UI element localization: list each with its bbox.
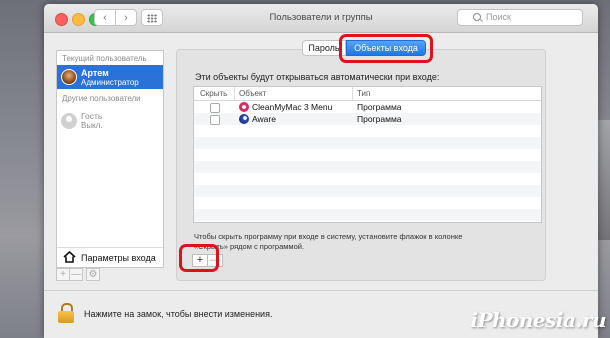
item-name: CleanMyMac 3 Menu xyxy=(252,102,333,112)
login-items-intro: Эти объекты будут открываться автоматиче… xyxy=(195,72,440,82)
users-sidebar: Текущий пользователь Артем Администратор… xyxy=(56,50,164,268)
sidebar-buttons: + — ⚙ xyxy=(56,268,164,282)
current-user-name: Артем xyxy=(81,68,109,78)
guest-status: Выкл. xyxy=(81,121,103,130)
sidebar-item-current-user[interactable]: Артем Администратор xyxy=(57,65,163,89)
item-name: Aware xyxy=(252,114,276,124)
item-type: Программа xyxy=(357,102,402,112)
other-users-section-label: Другие пользователи xyxy=(62,94,141,103)
cleanmymac-app-icon xyxy=(239,102,249,112)
search-placeholder: Поиск xyxy=(486,12,511,22)
column-type[interactable]: Тип xyxy=(357,89,370,98)
title-bar: ‹ › Пользователи и группы Поиск xyxy=(44,4,598,33)
add-user-button[interactable]: + xyxy=(56,268,70,281)
empty-row xyxy=(194,137,541,149)
search-field[interactable]: Поиск xyxy=(457,9,583,26)
highlight-frame-buttons xyxy=(179,244,219,272)
hide-checkbox[interactable] xyxy=(210,115,220,125)
login-options-item[interactable]: Параметры входа xyxy=(57,247,163,268)
column-divider xyxy=(234,87,235,100)
hide-hint-text: Чтобы скрыть программу при входе в систе… xyxy=(194,232,463,251)
house-icon xyxy=(63,251,76,263)
highlight-frame-tab xyxy=(339,34,433,63)
empty-row xyxy=(194,209,541,221)
guest-avatar-icon xyxy=(61,113,77,129)
empty-row xyxy=(194,185,541,197)
lock-text: Нажмите на замок, чтобы внести изменения… xyxy=(84,309,273,319)
current-user-role: Администратор xyxy=(81,78,139,87)
lock-icon[interactable] xyxy=(58,303,74,323)
preferences-window: ‹ › Пользователи и группы Поиск Текущий … xyxy=(44,4,598,338)
aware-app-icon xyxy=(239,114,249,124)
gear-icon[interactable]: ⚙ xyxy=(86,268,100,281)
search-icon xyxy=(473,13,481,21)
current-user-section-label: Текущий пользователь xyxy=(62,54,147,63)
login-options-label: Параметры входа xyxy=(81,253,156,263)
table-row[interactable]: Aware Программа xyxy=(194,113,541,125)
watermark-logo: iPhonesia.ru xyxy=(470,308,606,332)
hide-checkbox[interactable] xyxy=(210,103,220,113)
guest-name: Гость xyxy=(81,111,103,121)
login-items-table: Скрыть Объект Тип CleanMyMac 3 Menu Прог… xyxy=(193,86,542,223)
avatar xyxy=(61,69,77,85)
remove-user-button[interactable]: — xyxy=(69,268,83,281)
item-type: Программа xyxy=(357,114,402,124)
column-divider xyxy=(352,87,353,100)
column-item[interactable]: Объект xyxy=(239,89,266,98)
column-hide[interactable]: Скрыть xyxy=(200,89,227,98)
table-header: Скрыть Объект Тип xyxy=(194,87,541,101)
table-row[interactable]: CleanMyMac 3 Menu Программа xyxy=(194,101,541,113)
empty-row xyxy=(194,161,541,173)
